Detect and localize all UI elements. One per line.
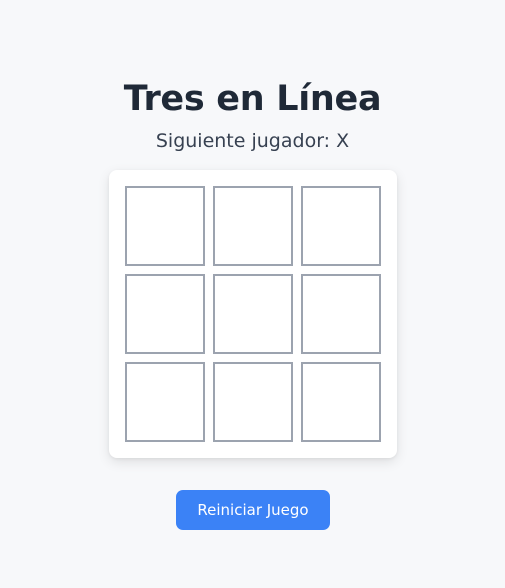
board-cell[interactable]: [301, 186, 381, 266]
game-board: [109, 170, 397, 458]
board-cell[interactable]: [301, 362, 381, 442]
board-cell[interactable]: [125, 362, 205, 442]
board-cell[interactable]: [213, 362, 293, 442]
board-cell[interactable]: [213, 274, 293, 354]
page-title: Tres en Línea: [123, 79, 382, 120]
board-cell[interactable]: [213, 186, 293, 266]
board-cell[interactable]: [125, 274, 205, 354]
reset-game-button[interactable]: Reiniciar Juego: [176, 490, 330, 530]
status-text: Siguiente jugador: X: [155, 130, 350, 152]
board-cell[interactable]: [125, 186, 205, 266]
board-cell[interactable]: [301, 274, 381, 354]
